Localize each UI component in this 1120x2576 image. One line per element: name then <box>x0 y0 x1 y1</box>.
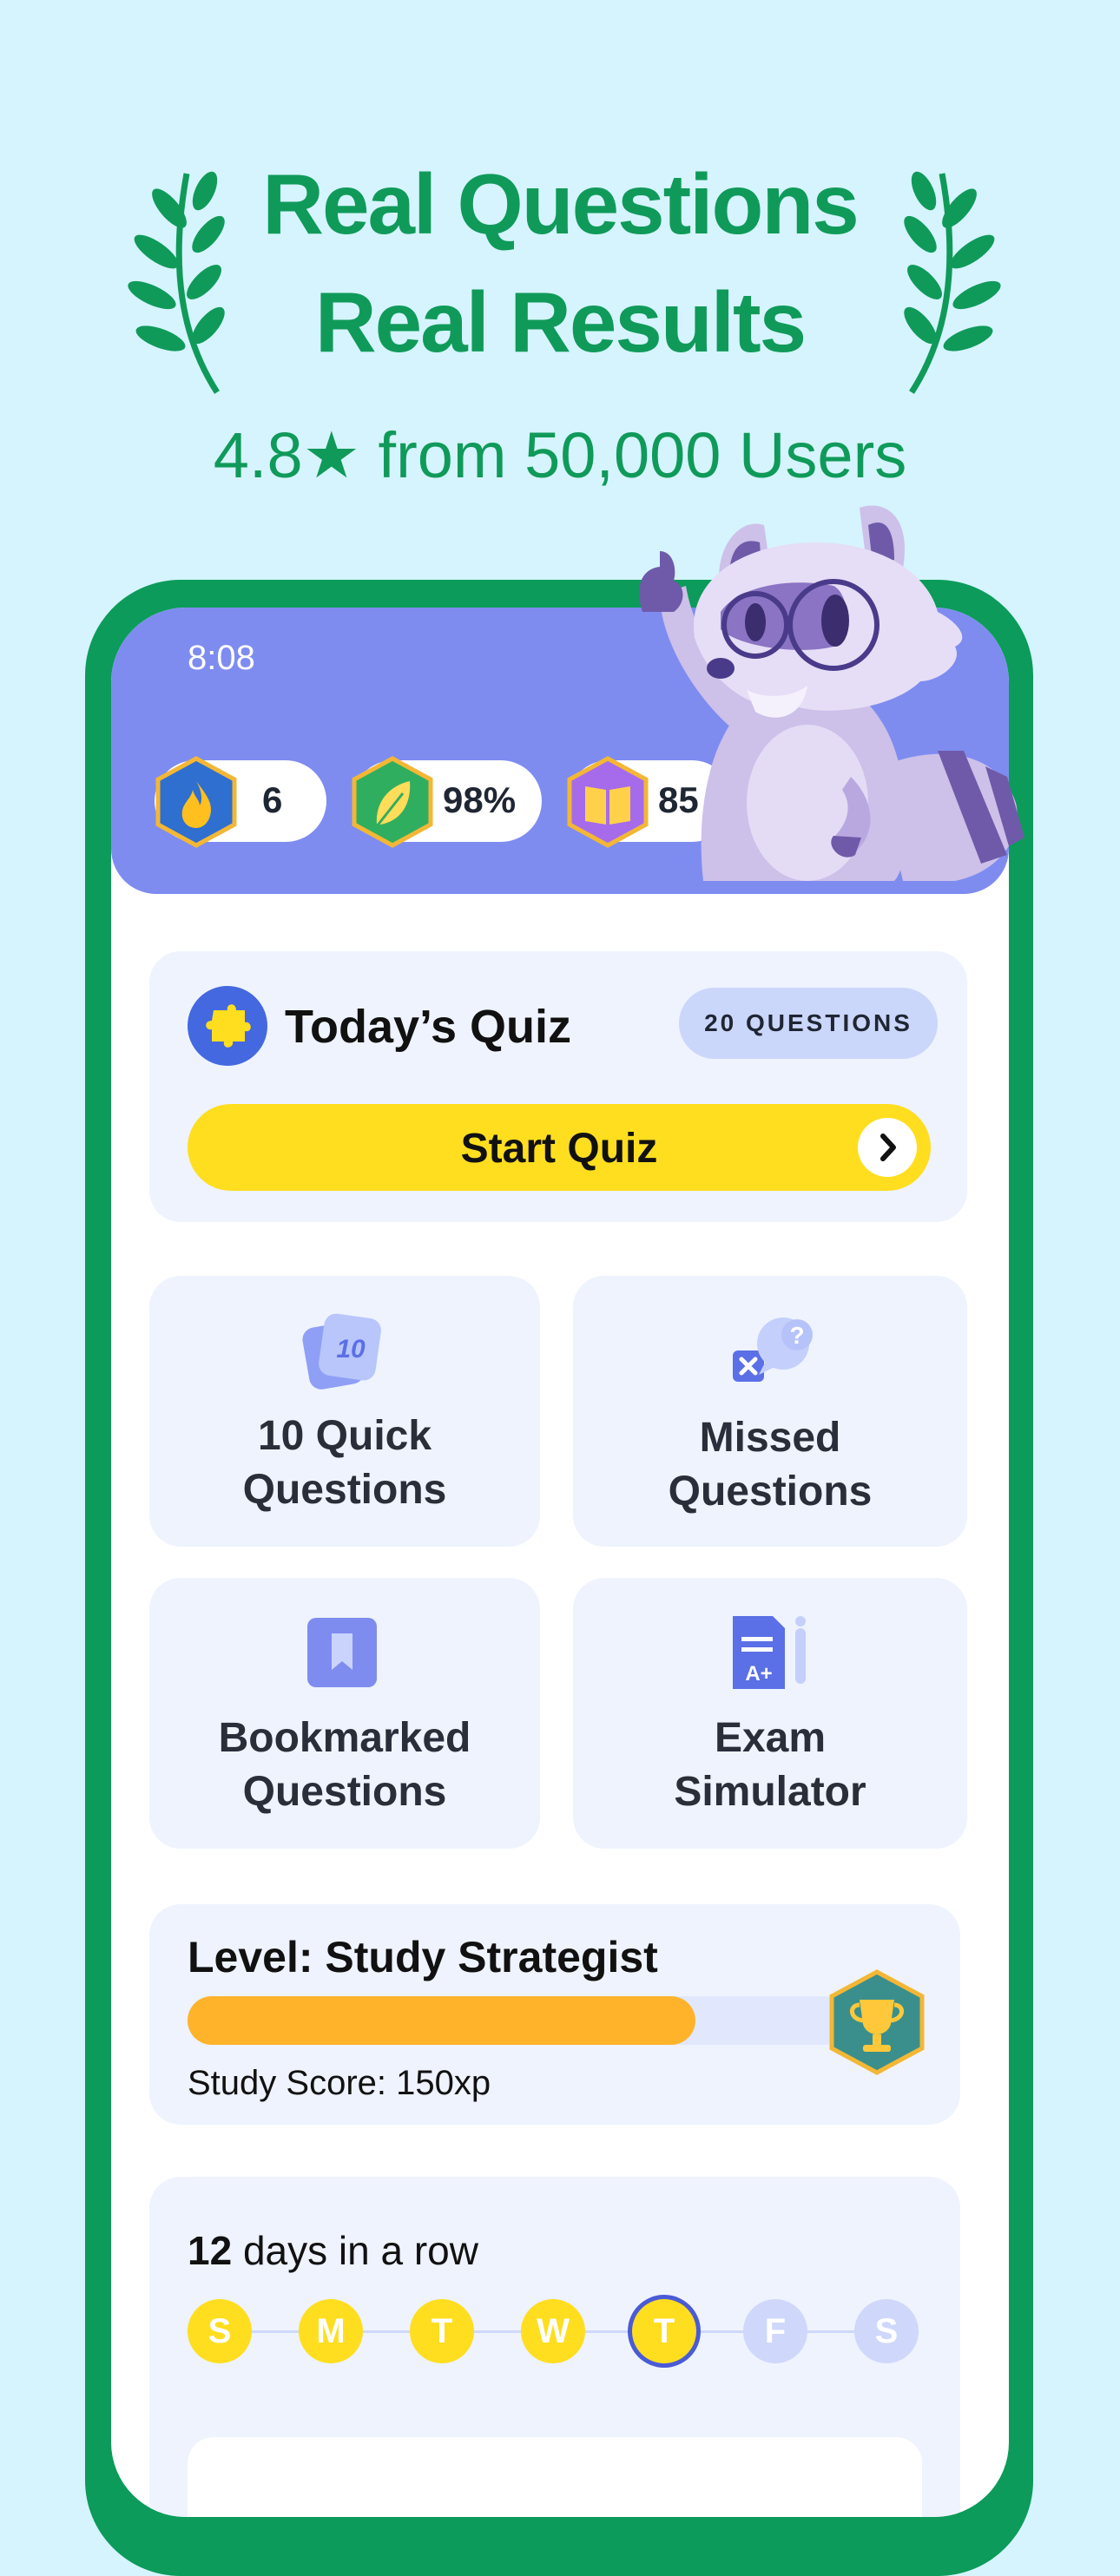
exam-doc-icon: A+ <box>733 1616 806 1689</box>
streak-day-4: T <box>632 2299 696 2363</box>
level-progress-track <box>188 1996 847 2045</box>
ten-cards-icon: 10 <box>302 1313 381 1390</box>
streak-day-letter: S <box>208 2311 232 2350</box>
bookmarked-label-2: Questions <box>242 1769 447 1815</box>
streak-day-1: M <box>299 2299 363 2363</box>
exam-simulator-tile[interactable]: A+ Exam Simulator <box>573 1578 967 1849</box>
rating-text: 4.8★ from 50,000 Users <box>213 419 907 491</box>
missed-questions-icon: ? <box>733 1318 813 1382</box>
streak-day-5: F <box>743 2299 807 2363</box>
missed-questions-tile[interactable]: ? Missed Questions <box>573 1276 967 1547</box>
quick-questions-label-2: Questions <box>242 1467 447 1513</box>
status-time: 8:08 <box>188 639 255 677</box>
ten-badge-text: 10 <box>336 1335 366 1364</box>
exam-label-1: Exam <box>714 1715 827 1761</box>
laurel-right-icon <box>904 171 1001 394</box>
laurel-left-icon <box>128 171 225 394</box>
chevron-right-icon <box>880 1134 896 1161</box>
streak-inner-panel <box>188 2437 922 2517</box>
missed-questions-label-1: Missed <box>699 1415 841 1461</box>
streak-suffix: days in a row <box>232 2228 478 2273</box>
exam-label-2: Simulator <box>674 1769 866 1815</box>
streak-day-letter: T <box>431 2311 453 2350</box>
streak-day-letter: S <box>874 2311 899 2350</box>
streak-count: 12 <box>188 2228 233 2273</box>
flame-icon <box>155 756 237 848</box>
study-score: Study Score: 150xp <box>188 2064 491 2102</box>
arrow-circle <box>858 1118 917 1177</box>
bookmark-icon <box>307 1618 377 1687</box>
streak-day-6: S <box>854 2299 919 2363</box>
todays-quiz-card: Today’s Quiz 20 QUESTIONS Start Quiz <box>149 951 967 1222</box>
puzzle-icon <box>188 986 267 1066</box>
streak-card[interactable]: 12 days in a row S M T W T F S <box>149 2177 960 2517</box>
raccoon-mascot-icon <box>639 505 1024 881</box>
trophy-icon <box>829 1969 925 2075</box>
level-progress-fill <box>188 1996 696 2045</box>
svg-text:?: ? <box>789 1322 804 1349</box>
missed-questions-label-2: Questions <box>668 1469 873 1515</box>
stat-accuracy-value: 98% <box>443 779 517 820</box>
question-count-badge: 20 QUESTIONS <box>679 988 938 1059</box>
streak-day-3: W <box>521 2299 585 2363</box>
streak-day-letter: F <box>764 2311 787 2350</box>
quick-questions-tile[interactable]: 10 10 Quick Questions <box>149 1276 540 1547</box>
quick-questions-label-1: 10 Quick <box>257 1413 432 1459</box>
stat-streak-value: 6 <box>262 779 283 820</box>
level-title: Level: Study Strategist <box>188 1933 658 1981</box>
streak-day-2: T <box>410 2299 474 2363</box>
bookmarked-label-1: Bookmarked <box>218 1715 471 1761</box>
streak-day-letter: W <box>537 2311 570 2350</box>
start-quiz-button[interactable]: Start Quiz <box>188 1104 931 1191</box>
svg-text:A+: A+ <box>745 1662 772 1686</box>
streak-text: 12 days in a row <box>188 2227 478 2274</box>
streak-day-0: S <box>188 2299 252 2363</box>
streak-day-letter: M <box>316 2311 346 2350</box>
level-card[interactable]: Level: Study Strategist Study Score: 150… <box>149 1904 960 2125</box>
leaf-icon <box>352 756 433 848</box>
quiz-title: Today’s Quiz <box>285 1001 572 1053</box>
streak-day-letter: T <box>653 2311 675 2350</box>
bookmarked-questions-tile[interactable]: Bookmarked Questions <box>149 1578 540 1849</box>
start-quiz-label: Start Quiz <box>460 1126 658 1172</box>
question-count-text: 20 QUESTIONS <box>704 1009 912 1036</box>
